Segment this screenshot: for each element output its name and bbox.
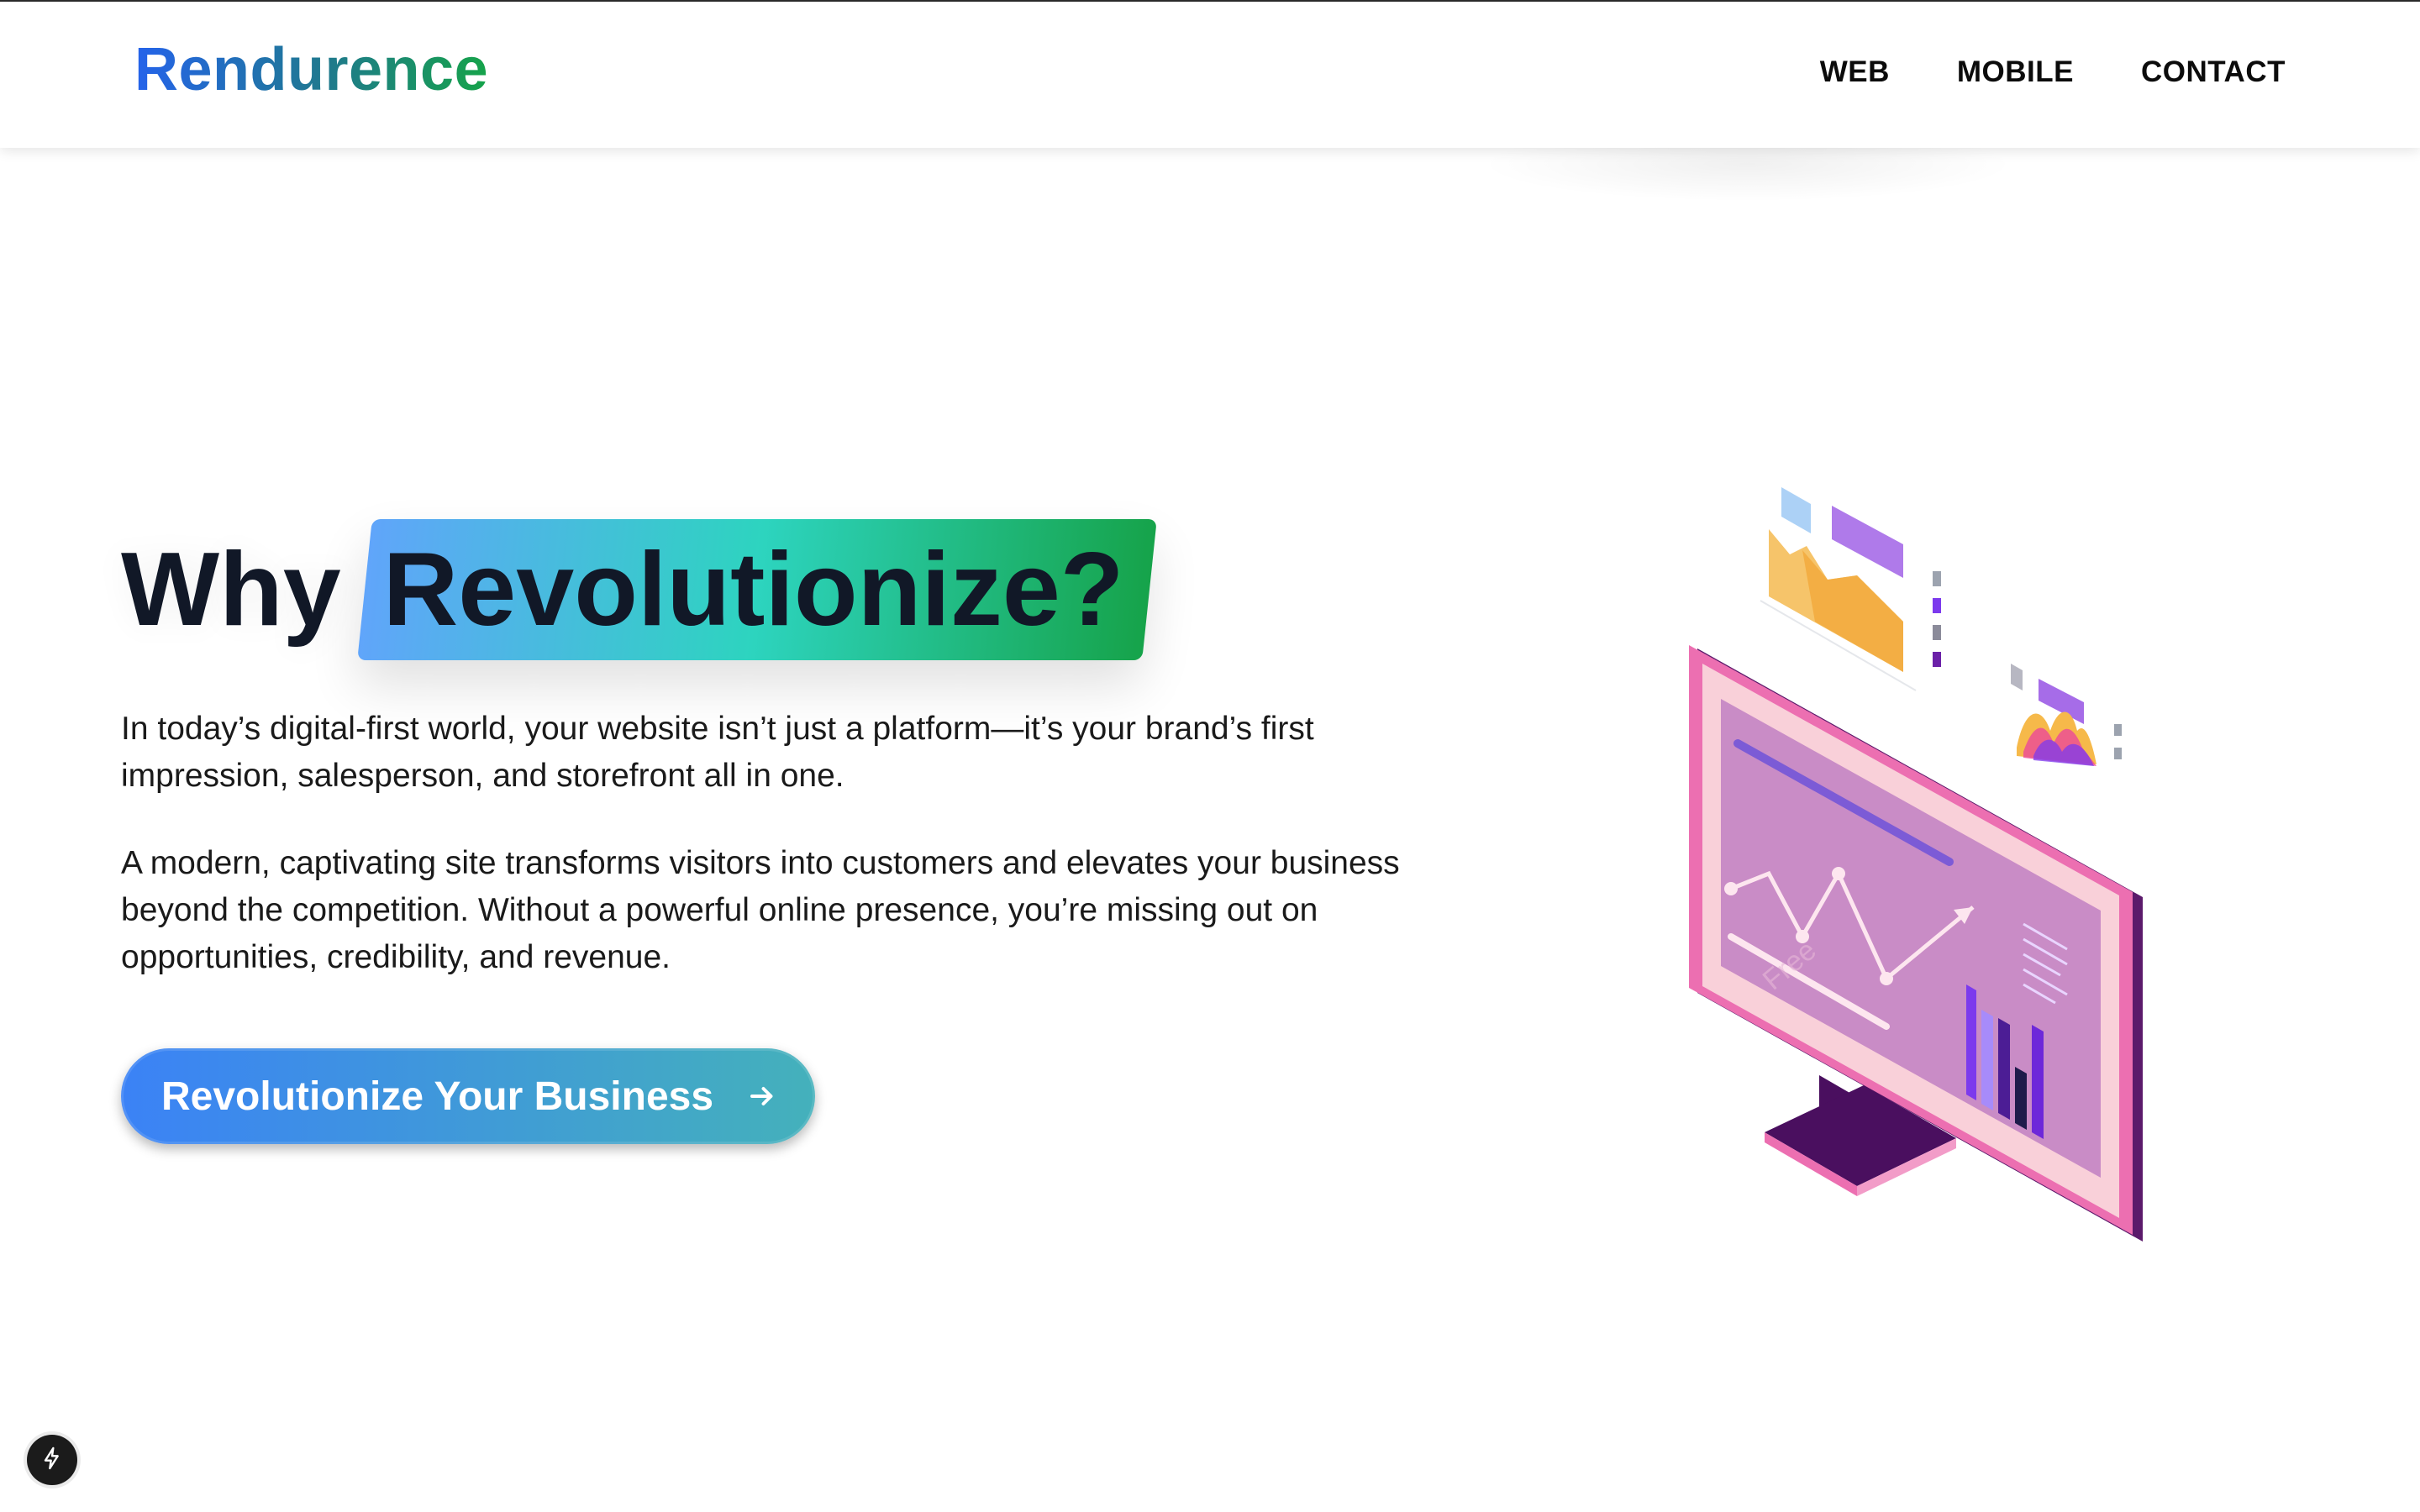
lightning-icon	[39, 1445, 66, 1476]
lightning-badge-button[interactable]	[27, 1435, 77, 1485]
main-nav: WEB MOBILE CONTACT	[1820, 55, 2286, 89]
hero-title: Why Revolutionize?	[121, 519, 1157, 660]
monitor-analytics-illustration: Free	[1689, 487, 2143, 1242]
revolutionize-business-button[interactable]: Revolutionize Your Business	[121, 1048, 815, 1144]
arrow-right-icon	[745, 1079, 779, 1113]
cta-label: Revolutionize Your Business	[161, 1074, 714, 1119]
nav-item-web[interactable]: WEB	[1820, 55, 1890, 89]
hero-title-highlight-text: Revolutionize?	[382, 532, 1124, 648]
hero-title-plain: Why	[121, 532, 341, 648]
hero-paragraph-2: A modern, captivating site transforms vi…	[121, 845, 1400, 975]
page: Rendurence WEB MOBILE CONTACT Why Revolu…	[0, 0, 2420, 1512]
nav-item-contact[interactable]: CONTACT	[2141, 55, 2286, 89]
site-header: Rendurence WEB MOBILE CONTACT	[0, 2, 2420, 148]
nav-item-mobile[interactable]: MOBILE	[1957, 55, 2074, 89]
floating-mini-chart	[2011, 664, 2122, 766]
logo[interactable]: Rendurence	[134, 34, 488, 106]
hero-paragraph-1: In today’s digital-first world, your web…	[121, 711, 1314, 794]
hero-title-highlight: Revolutionize?	[356, 519, 1157, 660]
